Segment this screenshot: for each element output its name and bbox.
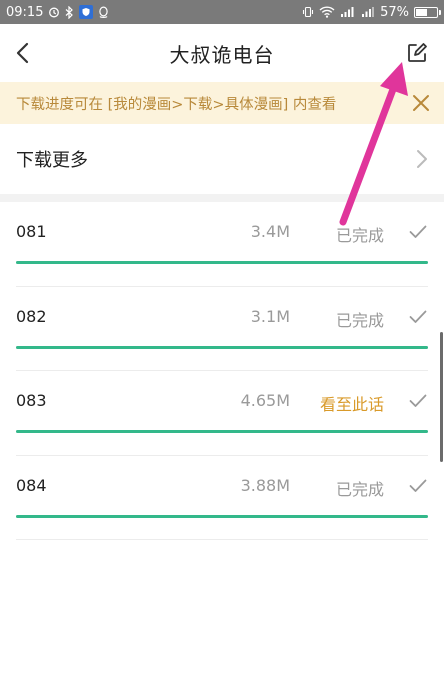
status-left: 09:15	[6, 5, 109, 20]
battery-icon	[414, 6, 441, 18]
progress-fill	[16, 261, 428, 264]
chapter-size: 3.88M	[240, 475, 290, 495]
status-right: 57%	[302, 4, 441, 20]
chapter-status: 已完成	[335, 226, 384, 245]
chapter-size: 3.1M	[250, 306, 290, 326]
nav-bar: 大叔诡电台	[0, 24, 444, 82]
progress-bar	[16, 430, 428, 433]
check-icon	[408, 391, 428, 411]
chapter-status: 已完成	[335, 310, 384, 330]
progress-fill	[16, 345, 428, 349]
chapter-row[interactable]: 084 3.88M 已完成	[16, 456, 428, 540]
status-time: 09:15	[6, 4, 44, 20]
edit-button[interactable]	[400, 36, 434, 70]
signal-icon	[340, 6, 356, 18]
progress-bar	[16, 345, 428, 349]
chapter-number: 083	[16, 391, 47, 410]
chapter-number: 084	[16, 475, 47, 495]
status-bar: 09:15 57%	[0, 0, 444, 24]
qq-icon	[98, 5, 109, 19]
chapter-size: 4.65M	[240, 391, 290, 410]
chapter-status: 已完成	[335, 479, 384, 499]
chapter-status-current: 看至此话	[319, 395, 384, 414]
back-button[interactable]	[6, 36, 40, 70]
chevron-left-icon	[16, 42, 29, 64]
progress-fill	[16, 514, 428, 518]
chapter-row[interactable]: 083 4.65M 看至此话	[16, 371, 428, 456]
chapter-row[interactable]: 081 3.4M 已完成	[16, 202, 428, 287]
download-more-row[interactable]: 下载更多	[0, 124, 444, 194]
progress-bar	[16, 514, 428, 518]
chapter-size: 3.4M	[250, 222, 290, 241]
signal-2-icon	[361, 6, 375, 18]
close-icon	[413, 95, 429, 111]
check-icon	[408, 307, 428, 327]
progress-fill	[16, 430, 428, 433]
chevron-right-icon	[417, 150, 427, 168]
scrollbar-thumb[interactable]	[440, 332, 443, 462]
notice-close-button[interactable]	[404, 86, 438, 120]
bluetooth-icon	[65, 5, 74, 19]
chapter-number: 081	[16, 222, 47, 241]
section-divider	[0, 194, 444, 202]
shield-app-icon	[79, 5, 94, 19]
notice-text: 下载进度可在 [我的漫画>下载>具体漫画] 内查看	[16, 96, 337, 113]
page-title: 大叔诡电台	[169, 42, 275, 67]
progress-bar	[16, 261, 428, 264]
vibrate-icon	[302, 6, 314, 18]
chapter-row[interactable]: 082 3.1M 已完成	[16, 287, 428, 371]
alarm-icon	[48, 6, 60, 18]
download-more-label: 下载更多	[16, 150, 88, 171]
edit-icon	[408, 43, 427, 62]
check-icon	[408, 476, 428, 496]
battery-percent: 57%	[380, 4, 409, 20]
wifi-icon	[319, 6, 335, 18]
check-icon	[408, 222, 428, 242]
chapter-number: 082	[16, 306, 47, 326]
chapter-list: 081 3.4M 已完成 082 3.1M 已完成 083 4.65M 看至此话…	[0, 202, 444, 540]
download-notice: 下载进度可在 [我的漫画>下载>具体漫画] 内查看	[0, 82, 444, 124]
